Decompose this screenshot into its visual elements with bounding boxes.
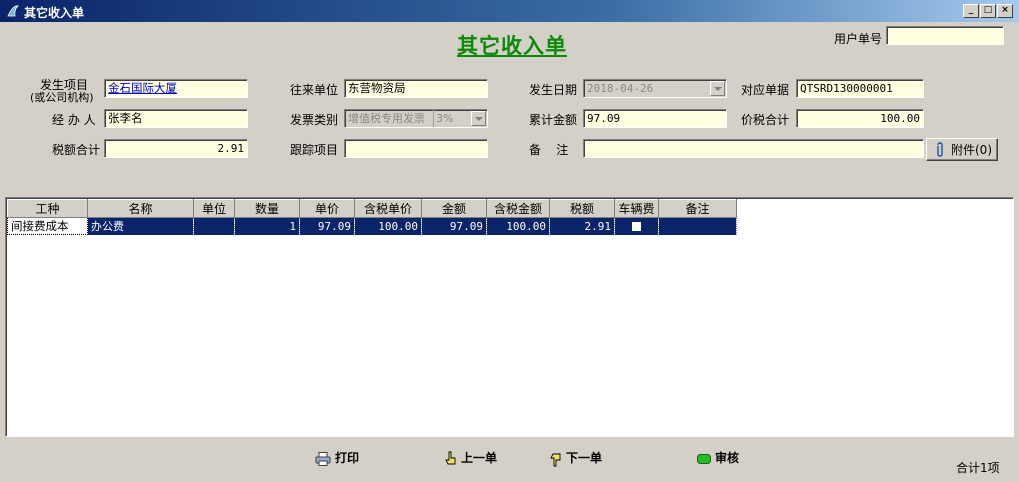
- next-record-button[interactable]: 下一单: [550, 449, 602, 467]
- cell-note[interactable]: [658, 217, 737, 235]
- taxsum-field[interactable]: 2.91: [104, 139, 248, 158]
- cell-unit[interactable]: [193, 217, 235, 235]
- attachment-label: 附件(0): [951, 143, 992, 157]
- invoice-type-select: 增值税专用发票 3%: [344, 109, 488, 128]
- next-record-label: 下一单: [566, 451, 603, 465]
- user-no-label: 用户单号: [834, 32, 883, 46]
- prev-record-button[interactable]: 上一单: [445, 449, 497, 467]
- printer-icon: [315, 451, 331, 466]
- app-icon: [7, 5, 19, 17]
- remark-label: 备 注: [529, 143, 569, 157]
- track-label: 跟踪项目: [290, 143, 339, 157]
- cell-tax-amount[interactable]: 100.00: [486, 217, 550, 235]
- minimize-button[interactable]: _: [963, 4, 979, 18]
- window-titlebar: 其它收入单 _ □ ×: [0, 0, 1019, 22]
- handler-label: 经 办 人: [52, 113, 96, 127]
- audit-label: 审核: [715, 451, 740, 465]
- taxsum-label: 税额合计: [52, 143, 101, 157]
- handler-field[interactable]: 张李名: [104, 109, 248, 128]
- hand-down-icon: [550, 453, 561, 466]
- detail-grid[interactable]: 工种 名称 单位 数量 单价 含税单价 金额 含税金额 税额 车辆费 备注 间接…: [5, 197, 1014, 437]
- invoice-rate: 3%: [433, 110, 453, 127]
- col-header[interactable]: 含税金额: [486, 199, 550, 218]
- hand-up-icon: [445, 451, 456, 464]
- ref-field[interactable]: QTSRD130000001: [796, 79, 924, 98]
- cell-tax[interactable]: 2.91: [549, 217, 615, 235]
- col-header[interactable]: 备注: [658, 199, 737, 218]
- date-label: 发生日期: [529, 83, 578, 97]
- track-field[interactable]: [344, 139, 488, 158]
- invoice-label: 发票类别: [290, 113, 339, 127]
- col-header[interactable]: 车辆费: [614, 199, 659, 218]
- cell-name[interactable]: 办公费: [87, 217, 194, 235]
- print-label: 打印: [335, 451, 360, 465]
- col-header[interactable]: 税额: [549, 199, 615, 218]
- cell-price[interactable]: 97.09: [299, 217, 355, 235]
- form-title: 其它收入单: [457, 33, 567, 58]
- remark-field[interactable]: [583, 139, 924, 158]
- paperclip-icon: [937, 142, 943, 157]
- cell-tax-price[interactable]: 100.00: [354, 217, 422, 235]
- grid-header-row: 工种 名称 单位 数量 单价 含税单价 金额 含税金额 税额 车辆费 备注: [7, 199, 737, 218]
- window-title: 其它收入单: [24, 6, 85, 20]
- col-header[interactable]: 名称: [87, 199, 194, 218]
- col-header[interactable]: 单位: [193, 199, 235, 218]
- maximize-button[interactable]: □: [980, 4, 996, 18]
- chevron-down-icon: [471, 111, 486, 126]
- ref-label: 对应单据: [741, 83, 790, 97]
- total-label: 累计金额: [529, 113, 578, 127]
- col-header[interactable]: 工种: [7, 199, 88, 218]
- table-row[interactable]: 间接费成本 办公费 1 97.09 100.00 97.09 100.00 2.…: [7, 217, 737, 235]
- taxtotal-label: 价税合计: [741, 113, 790, 127]
- green-status-icon: [697, 453, 711, 464]
- item-count: 合计1项: [956, 461, 1000, 475]
- audit-button[interactable]: 审核: [697, 449, 739, 466]
- col-header[interactable]: 含税单价: [354, 199, 422, 218]
- col-header[interactable]: 单价: [299, 199, 355, 218]
- date-value: 2018-04-26: [587, 82, 654, 95]
- attachment-button[interactable]: 附件(0): [926, 138, 998, 161]
- col-header[interactable]: 金额: [421, 199, 487, 218]
- detail-table: 工种 名称 单位 数量 单价 含税单价 金额 含税金额 税额 车辆费 备注 间接…: [7, 199, 737, 235]
- print-button[interactable]: 打印: [315, 449, 359, 466]
- cell-qty[interactable]: 1: [234, 217, 300, 235]
- cell-type[interactable]: 间接费成本: [7, 217, 88, 235]
- project-label-sub: (或公司机构): [30, 91, 94, 104]
- close-button[interactable]: ×: [997, 4, 1013, 18]
- partner-label: 往来单位: [290, 83, 339, 97]
- partner-field[interactable]: 东营物资局: [344, 79, 488, 98]
- prev-record-label: 上一单: [461, 451, 498, 465]
- chevron-down-icon: [710, 81, 725, 96]
- taxtotal-field[interactable]: 100.00: [796, 109, 924, 128]
- project-field[interactable]: 金石国际大厦: [104, 79, 248, 98]
- invoice-type-value: 增值税专用发票: [348, 112, 425, 125]
- user-no-input[interactable]: [886, 26, 1004, 45]
- vehicle-fee-checkbox[interactable]: [632, 222, 641, 232]
- cell-vehicle-fee[interactable]: [614, 217, 659, 235]
- cell-amount[interactable]: 97.09: [421, 217, 487, 235]
- total-field[interactable]: 97.09: [583, 109, 727, 128]
- date-picker: 2018-04-26: [583, 79, 727, 98]
- col-header[interactable]: 数量: [234, 199, 300, 218]
